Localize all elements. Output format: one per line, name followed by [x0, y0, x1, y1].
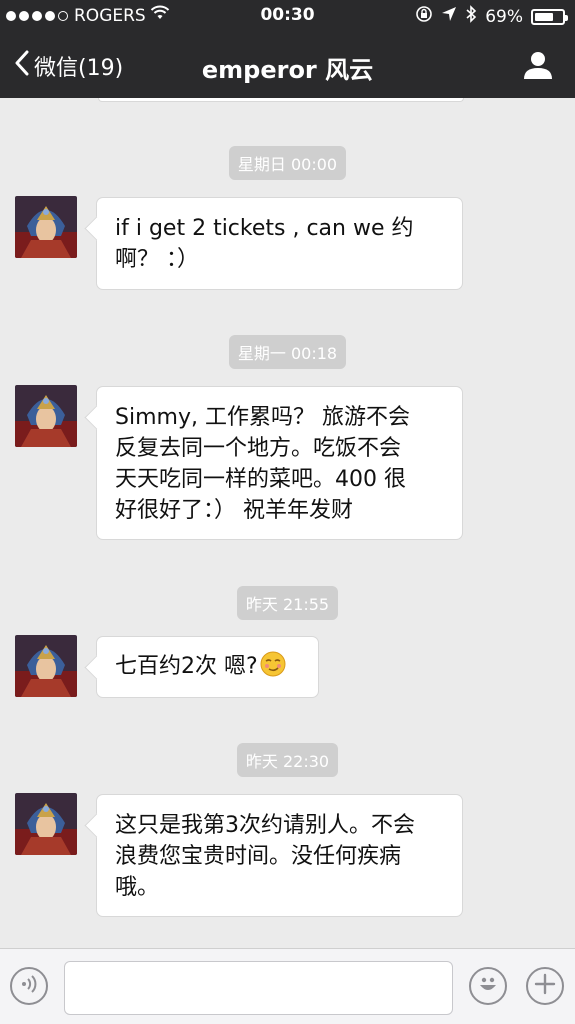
profile-button[interactable]	[523, 50, 553, 84]
top-bar: ROGERS 00:30 69% 微信(19) emperor 风云	[0, 0, 575, 98]
message-input[interactable]	[64, 961, 453, 1015]
battery-percent: 69%	[485, 6, 523, 27]
nav-bar: 微信(19) emperor 风云	[0, 32, 575, 98]
voice-icon	[19, 974, 39, 998]
location-icon	[441, 6, 457, 27]
timestamp: 星期日 00:00	[0, 146, 575, 180]
previous-message-bubble	[98, 98, 464, 102]
status-right: 69%	[415, 5, 568, 28]
chat-area[interactable]: 星期日 00:00 if i get 2 tickets , can we 约 …	[0, 98, 575, 948]
emoji-icon	[474, 970, 502, 1002]
input-bar	[0, 948, 575, 1024]
message-bubble[interactable]: 这只是我第3次约请别人。不会 浪费您宝贵时间。没任何疾病 哦。	[96, 794, 463, 917]
emoji-button[interactable]	[469, 967, 507, 1005]
avatar[interactable]	[15, 793, 77, 855]
message-text: 七百约2次 嗯?	[115, 654, 258, 679]
avatar[interactable]	[15, 385, 77, 447]
profile-icon	[523, 52, 553, 84]
bluetooth-icon	[465, 5, 477, 28]
avatar[interactable]	[15, 196, 77, 258]
avatar[interactable]	[15, 635, 77, 697]
message-text: Simmy, 工作累吗？ 旅游不会 反复去同一个地方。吃饭不会 天天吃同一样的菜…	[115, 405, 410, 523]
plus-button[interactable]	[526, 967, 564, 1005]
smirk-emoji-icon	[260, 651, 286, 677]
chat-title: emperor 风云	[201, 56, 374, 84]
timestamp: 昨天 21:55	[0, 586, 575, 620]
message-bubble[interactable]: Simmy, 工作累吗？ 旅游不会 反复去同一个地方。吃饭不会 天天吃同一样的菜…	[96, 386, 463, 540]
message-bubble[interactable]: if i get 2 tickets , can we 约 啊？ ：）	[96, 197, 463, 290]
timestamp: 昨天 22:30	[0, 743, 575, 777]
message-text: 这只是我第3次约请别人。不会 浪费您宝贵时间。没任何疾病 哦。	[115, 813, 415, 900]
timestamp: 星期一 00:18	[0, 335, 575, 369]
message-text: if i get 2 tickets , can we 约 啊？ ：）	[115, 216, 414, 272]
voice-button[interactable]	[10, 967, 48, 1005]
status-bar: ROGERS 00:30 69%	[0, 0, 575, 32]
battery-icon	[531, 8, 568, 25]
message-text-wrap: 七百约2次 嗯?	[115, 651, 300, 682]
battery-fill	[535, 12, 553, 21]
lock-rotation-icon	[415, 5, 433, 28]
message-bubble[interactable]: 七百约2次 嗯?	[96, 636, 319, 698]
plus-icon	[534, 973, 556, 999]
